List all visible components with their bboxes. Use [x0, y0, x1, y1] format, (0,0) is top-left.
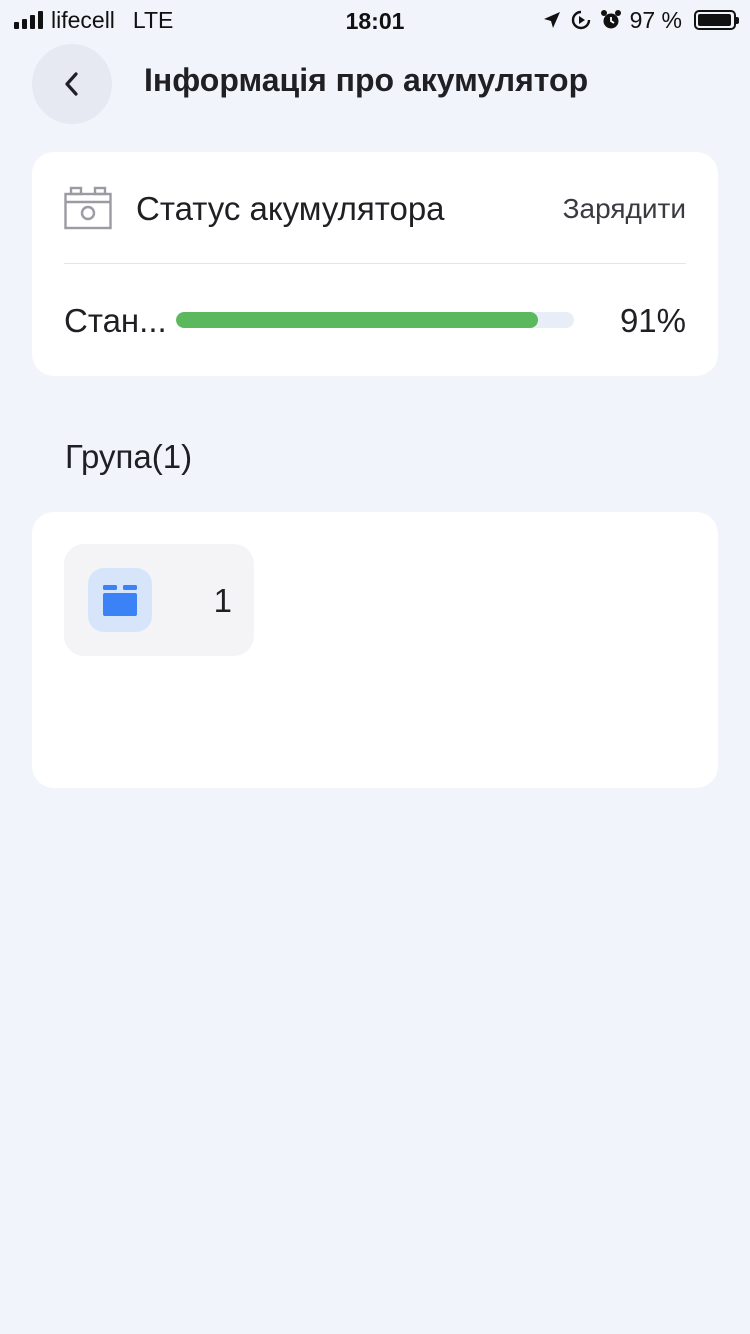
device-group-icon: [88, 568, 152, 632]
battery-status-card: Статус акумулятора Зарядити Стан... 91%: [32, 152, 718, 376]
back-button[interactable]: [32, 44, 112, 124]
charge-button[interactable]: Зарядити: [563, 193, 686, 225]
status-bar-right: 97 %: [542, 6, 739, 33]
group-heading: Група(1): [65, 438, 193, 475]
battery-level-fill: [176, 312, 539, 328]
chevron-left-icon: [65, 72, 78, 96]
battery-status-row: Статус акумулятора Зарядити: [64, 152, 686, 264]
battery-icon: [64, 186, 112, 230]
battery-percent: 97 %: [629, 6, 682, 33]
page-title: Інформація про акумулятор: [144, 62, 589, 98]
battery-icon: [694, 10, 739, 30]
battery-status-label: Статус акумулятора: [136, 190, 445, 227]
status-bar: lifecell LTE 18:01 97 %: [0, 0, 750, 40]
battery-level-value: 91%: [619, 302, 686, 339]
group-card: 1: [32, 512, 718, 788]
group-item-label: 1: [213, 582, 232, 619]
battery-fill: [698, 14, 731, 26]
alarm-icon: [600, 10, 621, 29]
screen-rotation-lock-icon: [571, 10, 590, 30]
divider: [64, 263, 686, 264]
location-arrow-icon: [543, 12, 560, 28]
group-item[interactable]: 1: [64, 544, 254, 656]
battery-level-bar: [176, 312, 574, 328]
battery-state-label: Стан...: [64, 302, 167, 339]
